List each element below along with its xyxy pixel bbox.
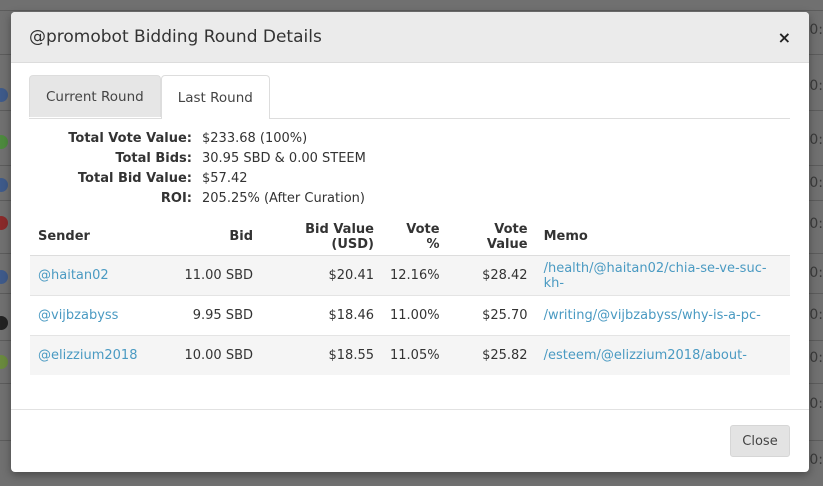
summary-value: 30.95 SBD & 0.00 STEEM [202,150,366,166]
background-row-divider [0,10,823,11]
column-header-vote-value: Vote Value [447,218,536,256]
sender-link[interactable]: @haitan02 [30,255,163,296]
background-timestamp: 0: [809,396,823,412]
round-tabs: Current Round Last Round [29,75,790,119]
vote-value-cell: $25.70 [447,295,536,336]
background-timestamp: 0: [809,350,823,366]
column-header-bid-value: Bid Value (USD) [261,218,382,256]
background-timestamp: 0: [809,22,823,38]
summary-value: $233.68 (100%) [202,130,308,146]
background-avatar-icon [0,88,8,102]
vote-pct-cell: 12.16% [382,255,448,296]
background-timestamp: 0: [809,175,823,191]
background-timestamp: 0: [809,265,823,281]
column-header-sender: Sender [30,218,163,256]
vote-pct-cell: 11.05% [382,335,448,375]
table-row: @vijbzabyss 9.95 SBD $18.46 11.00% $25.7… [30,295,790,336]
modal-footer: Close [11,409,809,472]
summary-value: 205.25% (After Curation) [202,190,365,206]
round-summary: Total Vote Value: $233.68 (100%) Total B… [29,128,366,208]
background-avatar-icon [0,270,8,284]
tab-current-round[interactable]: Current Round [29,75,161,117]
vote-value-cell: $28.42 [447,255,536,296]
summary-value: $57.42 [202,170,248,186]
modal-header: @promobot Bidding Round Details × [11,12,809,63]
vote-value-cell: $25.82 [447,335,536,375]
column-header-bid: Bid [163,218,261,256]
table-header-row: Sender Bid Bid Value (USD) Vote % Vote V… [30,218,790,256]
summary-label: Total Bids: [115,150,192,166]
summary-label: ROI: [160,190,192,206]
sender-link[interactable]: @vijbzabyss [30,295,163,336]
bid-cell: 9.95 SBD [163,295,261,336]
column-header-vote-pct: Vote % [382,218,448,256]
summary-label: Total Vote Value: [68,130,192,146]
memo-link[interactable]: /health/@haitan02/chia-se-ve-suc-kh- [535,255,790,296]
bid-value-cell: $20.41 [261,255,382,296]
bids-table: Sender Bid Bid Value (USD) Vote % Vote V… [30,218,790,375]
summary-row-total-bid-value: Total Bid Value: $57.42 [29,168,366,188]
background-timestamp: 0: [809,132,823,148]
close-button[interactable]: Close [730,425,790,457]
vote-pct-cell: 11.00% [382,295,448,336]
memo-link[interactable]: /esteem/@elizzium2018/about- [535,335,790,375]
summary-row-roi: ROI: 205.25% (After Curation) [29,188,366,208]
background-timestamp: 0: [809,78,823,94]
bidding-round-modal: @promobot Bidding Round Details × Curren… [11,12,809,472]
bid-cell: 11.00 SBD [163,255,261,296]
background-timestamp: 0: [809,216,823,232]
memo-link[interactable]: /writing/@vijbzabyss/why-is-a-pc- [535,295,790,336]
summary-row-total-bids: Total Bids: 30.95 SBD & 0.00 STEEM [29,148,366,168]
background-avatar-icon [0,135,8,149]
background-timestamp: 0: [809,452,823,468]
modal-title: @promobot Bidding Round Details [29,27,322,47]
bid-cell: 10.00 SBD [163,335,261,375]
bid-value-cell: $18.46 [261,295,382,336]
tab-last-round[interactable]: Last Round [160,75,270,119]
background-timestamp: 0: [809,307,823,323]
background-avatar-icon [0,216,8,230]
close-icon[interactable]: × [778,28,791,47]
background-avatar-icon [0,355,8,369]
background-avatar-icon [0,178,8,192]
summary-row-total-vote-value: Total Vote Value: $233.68 (100%) [29,128,366,148]
background-avatar-icon [0,316,8,330]
bid-value-cell: $18.55 [261,335,382,375]
sender-link[interactable]: @elizzium2018 [30,335,163,375]
summary-label: Total Bid Value: [77,170,192,186]
table-row: @elizzium2018 10.00 SBD $18.55 11.05% $2… [30,335,790,375]
table-row: @haitan02 11.00 SBD $20.41 12.16% $28.42… [30,255,790,296]
column-header-memo: Memo [535,218,790,256]
